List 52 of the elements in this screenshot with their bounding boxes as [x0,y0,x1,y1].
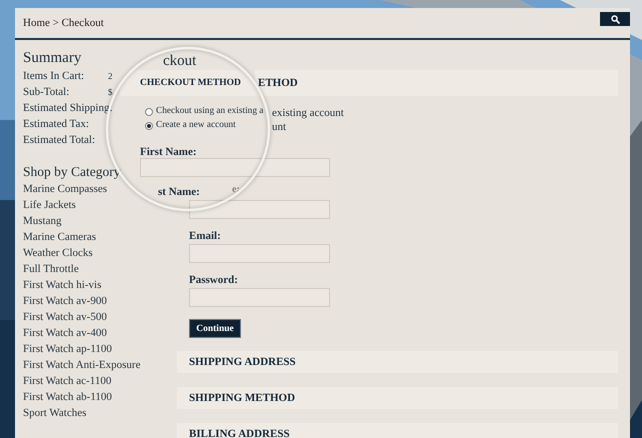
radio-button[interactable] [145,108,153,116]
summary-label: Estimated Shipping: [23,102,113,114]
field-label: Email: [189,231,221,242]
section-header[interactable]: ETHOD [255,70,618,96]
continue-button[interactable]: Continue [189,319,241,338]
section-title: SHIPPING METHOD [189,392,296,404]
input-field[interactable] [140,158,330,177]
category-link[interactable]: Marine Compasses [23,181,108,197]
radio-label[interactable]: Create a new account [156,120,236,130]
category-link[interactable]: First Watch hi-vis [23,277,102,293]
summary-label: Estimated Tax: [23,118,90,130]
radio-button[interactable] [145,122,153,130]
category-link[interactable]: Life Jackets [23,197,76,213]
category-link[interactable]: First Watch ap-1100 [23,341,112,357]
summary-label: Estimated Total: [23,134,96,146]
section-title: SHIPPING ADDRESS [189,356,296,368]
summary-value: 2 [108,71,112,81]
section-header[interactable]: CHECKOUT METHOD [120,70,255,96]
category-link[interactable]: Sport Watches [23,405,86,421]
category-link[interactable]: Mustang [23,213,62,229]
category-link[interactable]: Marine Cameras [23,229,96,245]
section-title: BILLING ADDRESS [189,428,290,438]
category-link[interactable]: First Watch ab-1100 [23,389,112,405]
section-header[interactable]: SHIPPING ADDRESS [177,351,618,373]
section-header[interactable]: SHIPPING METHOD [177,387,618,409]
search-button[interactable] [600,12,630,26]
radio-label[interactable]: Checkout using an existing a [156,106,264,116]
category-link[interactable]: Full Throttle [23,261,79,277]
summary-value: $ [108,87,112,97]
category-title: Shop by Category [23,163,120,181]
search-icon [610,14,620,24]
input-field[interactable] [189,244,330,263]
field-label: Password: [189,275,238,286]
option-label[interactable]: existing account [272,106,344,120]
category-link[interactable]: Weather Clocks [23,245,93,261]
field-label: st Name: [158,186,200,198]
category-link[interactable]: First Watch ac-1100 [23,373,112,389]
section-title: CHECKOUT METHOD [140,78,241,88]
category-link[interactable]: First Watch av-500 [23,309,107,325]
option-label[interactable]: unt [272,120,286,134]
field-label: First Name: [140,146,197,158]
breadcrumb[interactable]: Home > Checkout [23,17,104,29]
section-title: ETHOD [258,77,298,89]
input-field[interactable] [189,288,330,307]
page-heading: ckout [163,53,196,70]
input-field[interactable] [189,200,330,219]
section-header[interactable]: BILLING ADDRESS [177,423,618,438]
category-link[interactable]: First Watch av-900 [23,293,107,309]
category-link[interactable]: First Watch av-400 [23,325,107,341]
summary-label: Items In Cart: [23,70,86,82]
summary-label: Sub-Total: [23,86,70,98]
category-link[interactable]: First Watch Anti-Exposure [23,357,140,373]
